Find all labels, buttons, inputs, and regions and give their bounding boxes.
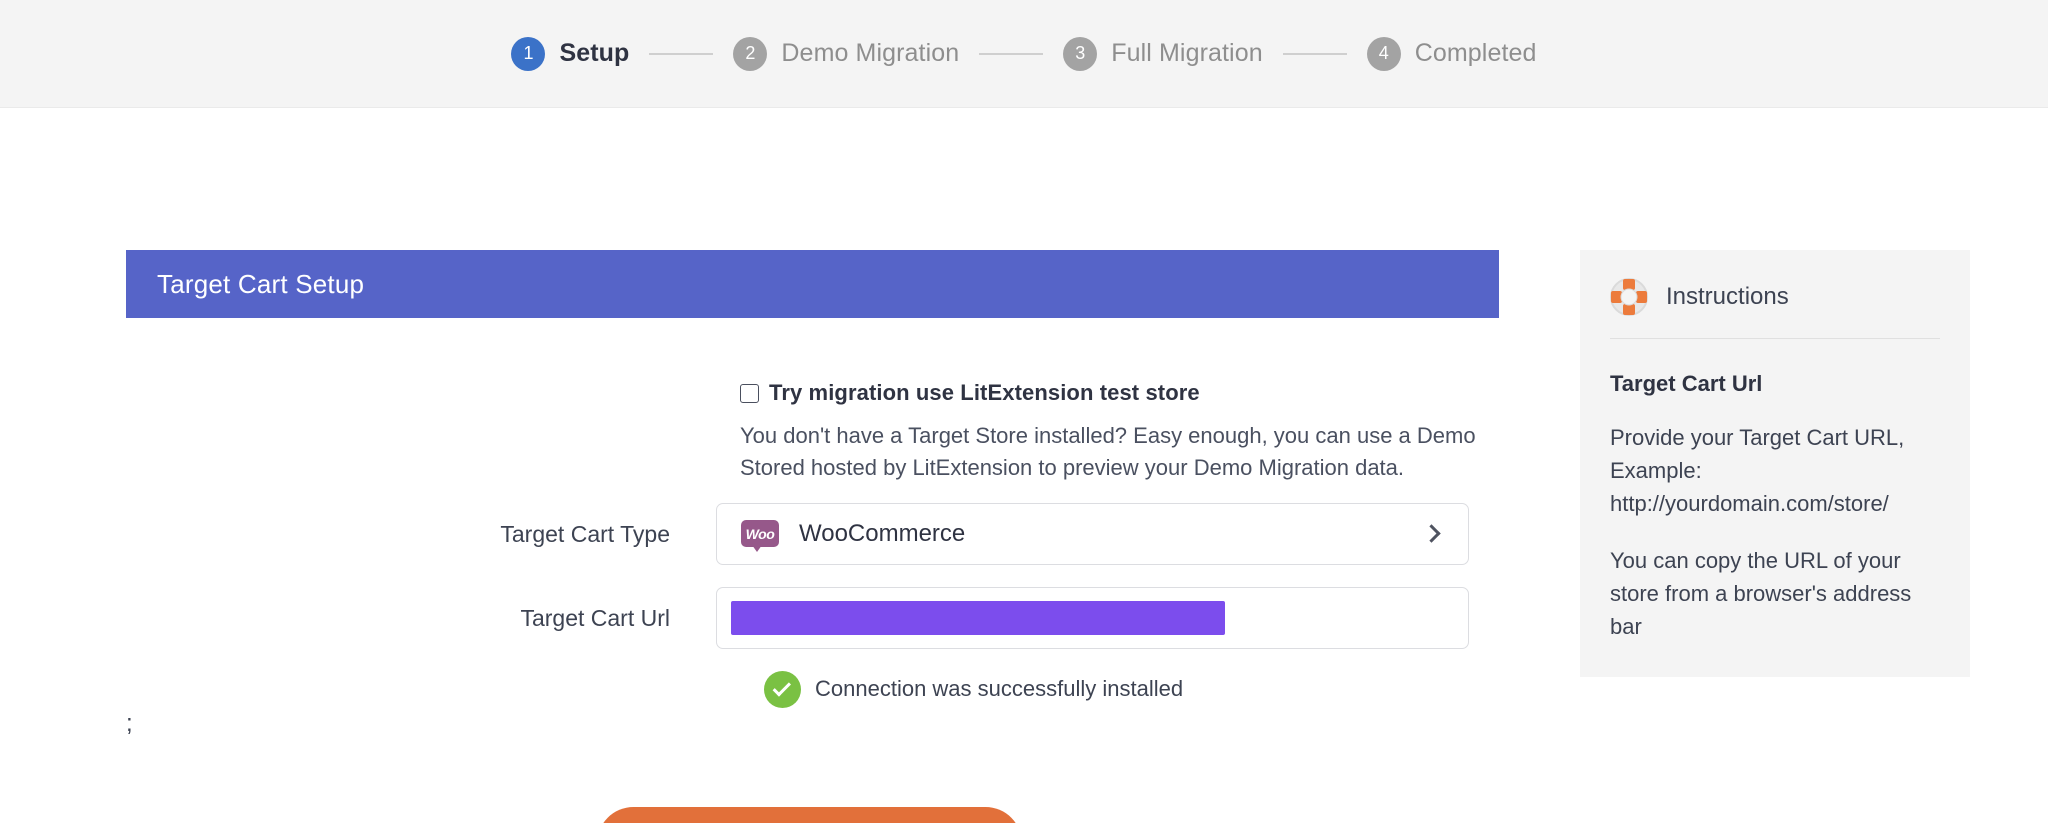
card-header: Target Cart Setup (126, 250, 1499, 318)
page-title: Target Cart Setup (157, 268, 365, 299)
redacted-url-value (731, 600, 1225, 635)
step-number-badge-1: 1 (511, 36, 546, 71)
demo-store-block: Try migration use LitExtension test stor… (716, 380, 1476, 485)
connection-status: Connection was successfully installed (716, 670, 1499, 708)
step-number-badge-3: 3 (1063, 36, 1098, 71)
demo-store-description: You don't have a Target Store installed?… (740, 423, 1476, 481)
target-cart-type-row: Target Cart Type Woo WooCommerce (126, 502, 1499, 565)
target-cart-type-value: WooCommerce (799, 519, 966, 547)
woocommerce-icon-text: Woo (745, 525, 775, 542)
demo-store-checkbox-label: Try migration use LitExtension test stor… (769, 380, 1200, 405)
target-cart-type-control: Woo WooCommerce (716, 502, 1469, 565)
progress-stepper-bar: 1 Setup 2 Demo Migration 3 Full Migratio… (0, 0, 2048, 108)
step-completed[interactable]: 4 Completed (1366, 36, 1537, 71)
demo-store-checkbox[interactable] (740, 383, 759, 403)
life-ring-segment-left (1611, 291, 1622, 303)
step-connector-3 (1282, 52, 1347, 55)
life-ring-segment-bottom (1623, 304, 1635, 315)
target-cart-url-label: Target Cart Url (520, 604, 670, 631)
step-label-demo-migration: Demo Migration (781, 39, 960, 67)
step-number-badge-2: 2 (733, 36, 768, 71)
life-ring-icon (1610, 278, 1648, 316)
step-demo-migration[interactable]: 2 Demo Migration (733, 36, 960, 71)
target-cart-setup-card: Target Cart Setup Try migration use LitE… (126, 250, 1499, 708)
chevron-right-icon[interactable] (1422, 524, 1441, 543)
instructions-header: Instructions (1610, 278, 1940, 339)
life-ring-segment-top (1623, 279, 1635, 290)
target-cart-url-row: Target Cart Url (126, 586, 1499, 649)
target-cart-url-control (716, 586, 1469, 649)
stray-text: ; (126, 710, 133, 737)
target-cart-type-label: Target Cart Type (500, 520, 670, 547)
step-number-badge-4: 4 (1366, 36, 1401, 71)
step-connector-1 (649, 52, 714, 55)
instructions-paragraph-1: Provide your Target Cart URL, Example: h… (1610, 425, 1905, 516)
step-label-full-migration: Full Migration (1111, 39, 1263, 67)
step-connector-2 (979, 52, 1044, 55)
life-ring-segment-right (1636, 291, 1647, 303)
step-full-migration[interactable]: 3 Full Migration (1063, 36, 1263, 71)
instructions-panel: Instructions Target Cart Url Provide you… (1580, 250, 1970, 677)
step-setup[interactable]: 1 Setup (511, 36, 630, 71)
woocommerce-icon: Woo (741, 520, 779, 553)
step-label-setup: Setup (559, 39, 630, 67)
card-body: Try migration use LitExtension test stor… (126, 318, 1499, 708)
target-cart-type-select[interactable]: Woo WooCommerce (716, 502, 1469, 565)
instructions-section-title: Target Cart Url (1610, 371, 1763, 396)
demo-store-checkbox-row[interactable]: Try migration use LitExtension test stor… (740, 380, 1476, 406)
connection-status-text: Connection was successfully installed (815, 676, 1184, 702)
check-mark-glyph (772, 677, 791, 697)
page-body: Target Cart Setup Try migration use LitE… (0, 108, 2048, 823)
next-configure-migration-button[interactable]: Next: Configure your Migration (597, 807, 1022, 823)
instructions-title: Instructions (1666, 283, 1789, 310)
instructions-paragraph-2: You can copy the URL of your store from … (1610, 548, 1912, 639)
target-cart-url-input[interactable] (716, 586, 1469, 649)
step-label-completed: Completed (1414, 39, 1537, 67)
success-check-icon (764, 670, 801, 708)
progress-stepper: 1 Setup 2 Demo Migration 3 Full Migratio… (511, 36, 1537, 71)
